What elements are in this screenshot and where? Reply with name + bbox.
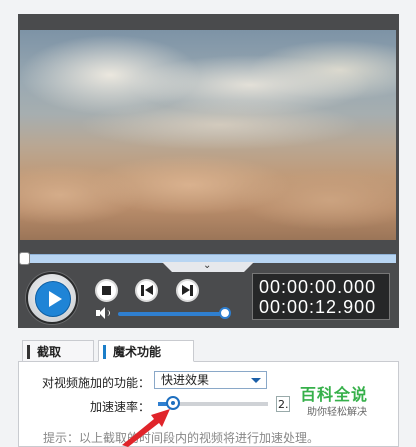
annotation-arrow-icon (122, 409, 170, 447)
play-icon (35, 281, 71, 317)
tab-capture[interactable]: 截取 (22, 340, 94, 362)
tab-capture-label: 截取 (37, 345, 62, 359)
watermark-brand: 百科全说 (300, 385, 369, 404)
video-preview[interactable] (20, 30, 396, 240)
function-select-value: 快进效果 (161, 373, 210, 387)
function-label: 对视频施加的功能： (42, 376, 151, 390)
volume-slider-handle[interactable] (219, 307, 231, 319)
next-icon (182, 285, 190, 295)
total-time: 00:00:12.900 (259, 297, 377, 317)
watermark-slogan: 助你轻松解决 (307, 407, 367, 418)
progress-handle[interactable] (19, 252, 30, 265)
current-time: 00:00:00.000 (259, 277, 377, 297)
chevron-down-icon (251, 378, 261, 383)
speed-value-field[interactable]: 2. (276, 396, 290, 412)
chevron-down-icon: ⌄ (203, 260, 212, 271)
play-button[interactable] (26, 272, 78, 324)
stop-button[interactable] (95, 279, 118, 302)
collapse-toggle[interactable]: ⌄ (162, 260, 254, 272)
time-display: 00:00:00.000 00:00:12.900 (252, 273, 390, 320)
tab-magic[interactable]: 魔术功能 (98, 340, 194, 362)
previous-frame-button[interactable] (135, 279, 158, 302)
speaker-icon[interactable] (96, 307, 110, 319)
tab-magic-label: 魔术功能 (113, 345, 162, 359)
function-select[interactable]: 快进效果 (154, 371, 267, 389)
previous-icon (141, 285, 144, 296)
stop-icon (102, 286, 111, 295)
next-frame-button[interactable] (176, 279, 199, 302)
volume-slider-track[interactable] (118, 312, 224, 316)
